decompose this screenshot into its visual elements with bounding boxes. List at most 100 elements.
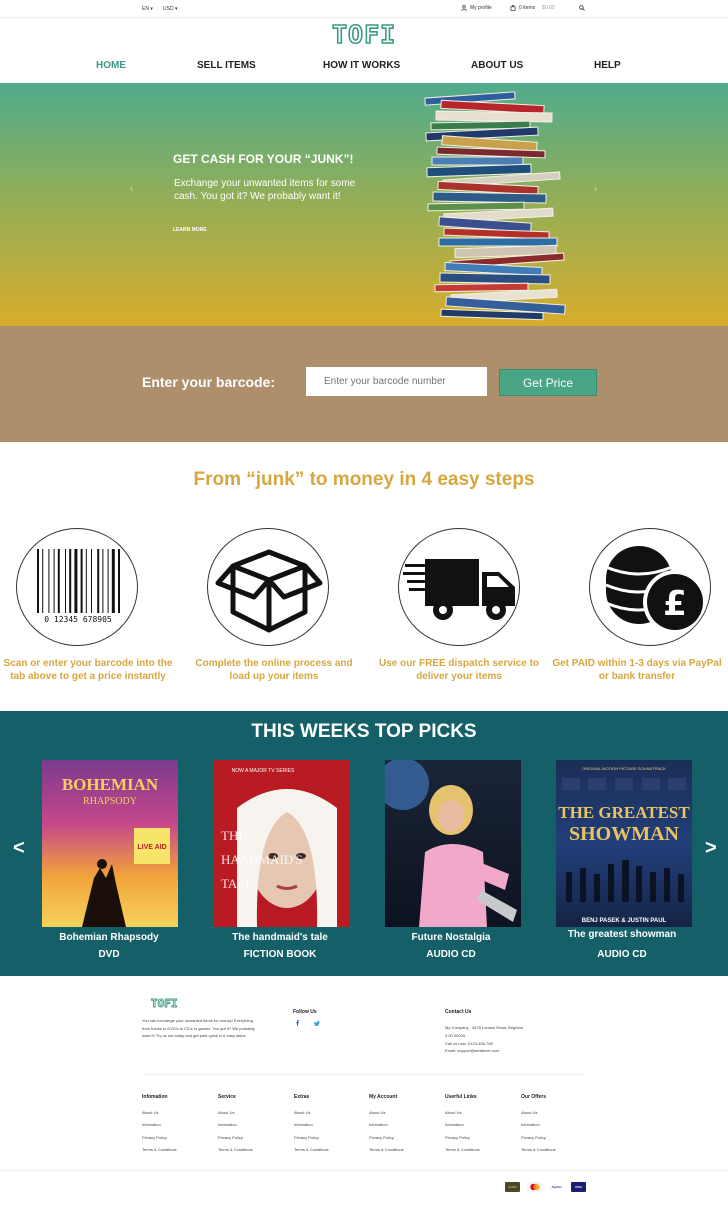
- profile-label: My profile: [470, 5, 492, 11]
- product-name[interactable]: Bohemian Rhapsody: [24, 932, 194, 943]
- nav-sell-items[interactable]: SELL ITEMS: [197, 60, 256, 71]
- twitter-icon[interactable]: [314, 1021, 320, 1026]
- cover-subtitle: RHAPSODY: [83, 796, 137, 807]
- cart-total: $0.00: [542, 5, 555, 11]
- footer-divider: [142, 1074, 586, 1075]
- product-cover-handmaid[interactable]: NOW A MAJOR TV SERIES THE HANDMAID'S TAL…: [213, 760, 349, 927]
- footer-col-my-account: My Account About Us Infomation Privacy P…: [369, 1094, 439, 1160]
- footer-link[interactable]: Terms & Conditions: [369, 1147, 439, 1159]
- footer-description: You can exchange your unwanted items for…: [142, 1018, 255, 1038]
- footer-link[interactable]: Privacy Policy: [142, 1135, 212, 1147]
- footer-col-title: Service: [218, 1094, 236, 1100]
- barcode-bar: [69, 549, 72, 613]
- footer-link[interactable]: Infomation: [445, 1122, 515, 1134]
- steps-title: From “junk” to money in 4 easy steps: [193, 469, 535, 490]
- nav-help[interactable]: HELP: [594, 60, 621, 71]
- step-4-text: Get PAID within 1-3 days via PayPal or b…: [552, 658, 722, 682]
- barcode-bar: [97, 549, 100, 613]
- book: [434, 282, 529, 293]
- picks-next-arrow[interactable]: >: [705, 837, 717, 860]
- barcode-icon: 0 12345 678905: [37, 549, 120, 624]
- footer-link[interactable]: Privacy Policy: [521, 1135, 591, 1147]
- svg-text:THE: THE: [221, 828, 246, 843]
- nav-how-it-works[interactable]: HOW IT WORKS: [323, 60, 400, 71]
- footer-link[interactable]: About Us: [142, 1110, 212, 1122]
- top-bar: EN ▾ USD ▾ My profile 0 items $0.00: [0, 0, 728, 18]
- nav-home[interactable]: HOME: [96, 60, 126, 71]
- contact-email: Email: support@whatever.com: [445, 1048, 500, 1053]
- cover-credits: BENJ PASEK & JUSTIN PAUL: [582, 918, 667, 924]
- footer-link[interactable]: About Us: [294, 1110, 364, 1122]
- footer-link[interactable]: About Us: [369, 1110, 439, 1122]
- main-nav: HOME SELL ITEMS HOW IT WORKS ABOUT US HE…: [0, 58, 728, 74]
- footer-col-infomation: Infomation About Us Infomation Privacy P…: [142, 1094, 212, 1160]
- footer-link[interactable]: Terms & Conditions: [521, 1147, 591, 1159]
- barcode-digits: 0 12345 678905: [44, 615, 112, 624]
- product-name[interactable]: The greatest showman: [537, 929, 707, 940]
- cart-link[interactable]: 0 items $0.00: [510, 5, 555, 11]
- step-van-circle: [398, 528, 520, 646]
- footer-col-service: Service About Us Infomation Privacy Poli…: [218, 1094, 288, 1160]
- footer-link[interactable]: Infomation: [369, 1122, 439, 1134]
- product-name[interactable]: The handmaid's tale: [195, 932, 365, 943]
- top-picks-title: THIS WEEKS TOP PICKS: [251, 721, 477, 742]
- svg-text:SHOWMAN: SHOWMAN: [569, 823, 680, 845]
- barcode-bar: [37, 549, 39, 613]
- cart-icon: [510, 5, 516, 11]
- footer-link[interactable]: Privacy Policy: [369, 1135, 439, 1147]
- footer-link[interactable]: Privacy Policy: [294, 1135, 364, 1147]
- learn-more-link[interactable]: LEARN MORE: [173, 227, 207, 233]
- product-type: AUDIO CD: [597, 949, 647, 960]
- product-cover-bohemian[interactable]: BOHEMIAN RHAPSODY LIVE AID: [42, 760, 178, 927]
- footer-link[interactable]: Privacy Policy: [218, 1135, 288, 1147]
- svg-text:£: £: [663, 584, 687, 624]
- get-price-button[interactable]: Get Price: [499, 369, 597, 396]
- product-cover-greatest-showman[interactable]: ORIGINAL MOTION PICTURE SOUNDTRACK THE G…: [556, 760, 692, 927]
- step-box-circle: [207, 528, 329, 646]
- my-profile-link[interactable]: My profile: [461, 5, 492, 11]
- hero-next-arrow[interactable]: ›: [594, 183, 597, 193]
- hero-title: GET CASH FOR YOUR “JUNK”!: [173, 152, 354, 166]
- site-logo[interactable]: TOFI: [331, 21, 396, 49]
- barcode-bar: [57, 549, 60, 613]
- footer-link[interactable]: About Us: [218, 1110, 288, 1122]
- footer-link[interactable]: About Us: [521, 1110, 591, 1122]
- hero-prev-arrow[interactable]: ‹: [130, 183, 133, 193]
- barcode-bar: [65, 549, 66, 613]
- footer-logo[interactable]: TOFI: [151, 997, 178, 1011]
- barcode-bar: [107, 549, 109, 613]
- step-coins-circle: £: [589, 528, 711, 646]
- footer-col-title: Userful Links: [445, 1094, 477, 1100]
- footer-link[interactable]: Infomation: [294, 1122, 364, 1134]
- footer-link[interactable]: Terms & Conditions: [218, 1147, 288, 1159]
- footer-link[interactable]: Infomation: [142, 1122, 212, 1134]
- book: [438, 237, 558, 247]
- barcode-section: Enter your barcode: Get Price: [0, 326, 728, 442]
- footer-link[interactable]: Infomation: [521, 1122, 591, 1134]
- footer-link[interactable]: Privacy Policy: [445, 1135, 515, 1147]
- product-name[interactable]: Future Nostalgia: [366, 932, 536, 943]
- book: [427, 201, 525, 212]
- barcode-input[interactable]: [306, 367, 487, 396]
- barcode-bar: [48, 549, 50, 613]
- footer-col-our-offers: Our Offers About Us Infomation Privacy P…: [521, 1094, 591, 1160]
- footer-col-useful-links: Userful Links About Us Infomation Privac…: [445, 1094, 515, 1160]
- picks-prev-arrow[interactable]: <: [13, 837, 25, 860]
- footer-link[interactable]: Terms & Conditions: [142, 1147, 212, 1159]
- search-button[interactable]: [579, 5, 585, 13]
- language-value: EN: [142, 6, 149, 12]
- cover-badge: LIVE AID: [137, 844, 166, 851]
- footer-link[interactable]: About Us: [445, 1110, 515, 1122]
- footer-link[interactable]: Terms & Conditions: [294, 1147, 364, 1159]
- svg-text:TALE: TALE: [221, 876, 253, 891]
- contact-phone-alt: 0.00.00009: [445, 1033, 466, 1038]
- footer-link[interactable]: Infomation: [218, 1122, 288, 1134]
- footer-link[interactable]: Terms & Conditions: [445, 1147, 515, 1159]
- currency-selector[interactable]: USD ▾: [163, 6, 177, 12]
- language-selector[interactable]: EN ▾: [142, 6, 153, 12]
- facebook-icon[interactable]: [295, 1020, 300, 1026]
- nav-about-us[interactable]: ABOUT US: [471, 60, 523, 71]
- footer-col-extras: Extras About Us Infomation Privacy Polic…: [294, 1094, 364, 1160]
- product-cover-future-nostalgia[interactable]: [385, 760, 521, 927]
- svg-text:HANDMAID'S: HANDMAID'S: [221, 852, 303, 867]
